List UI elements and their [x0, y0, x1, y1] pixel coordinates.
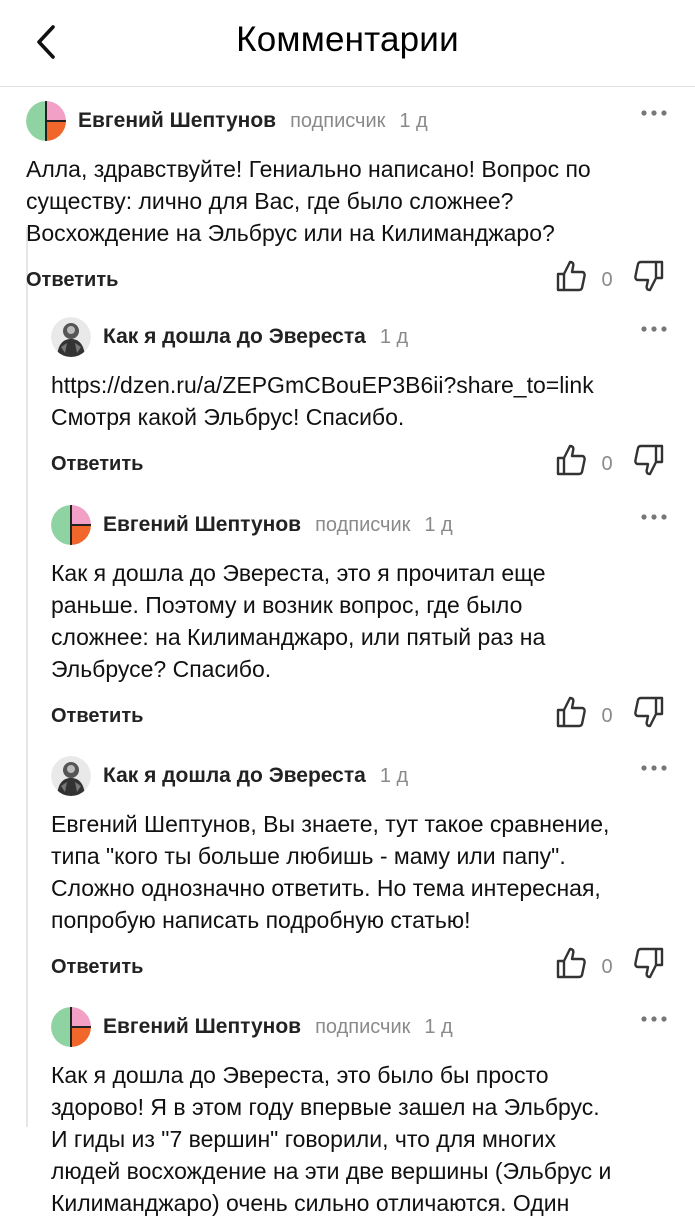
comment-actions: Ответить 0 — [51, 946, 669, 990]
comment-time: 1 д — [424, 1015, 453, 1038]
thumb-down-icon — [634, 696, 664, 728]
comment-item: Евгений Шептунов подписчик 1 д Как я дош… — [51, 503, 669, 739]
comment-time: 1 д — [424, 513, 453, 536]
comment-text: Евгений Шептунов, Вы знаете, тут такое с… — [51, 811, 610, 933]
thumb-up-icon — [556, 696, 586, 728]
more-dots-icon — [641, 765, 667, 771]
avatar-image — [51, 505, 91, 545]
like-button[interactable] — [555, 695, 591, 731]
like-button[interactable] — [555, 259, 591, 295]
comment-time: 1 д — [379, 764, 409, 787]
avatar-image — [51, 756, 91, 796]
comment-item: Как я дошла до Эвереста 1 д https://dzen… — [51, 315, 669, 487]
like-count: 0 — [601, 705, 613, 727]
avatar-image — [51, 1007, 91, 1047]
more-options-button[interactable] — [639, 507, 669, 527]
like-count: 0 — [601, 453, 613, 475]
comment-author[interactable]: Как я дошла до Эвереста — [103, 764, 366, 788]
reply-button[interactable]: Ответить — [51, 453, 143, 476]
thread-line — [26, 227, 28, 1127]
comment-time: 1 д — [399, 109, 428, 132]
more-options-button[interactable] — [639, 103, 669, 123]
more-dots-icon — [641, 110, 667, 116]
dislike-button[interactable] — [633, 443, 669, 479]
avatar-image — [26, 101, 66, 141]
page-title: Комментарии — [236, 20, 459, 59]
thumb-down-icon — [634, 260, 664, 292]
thumb-up-icon — [556, 947, 586, 979]
comment-time: 1 д — [379, 325, 409, 348]
avatar-image — [51, 317, 91, 357]
comment-text: Алла, здравствуйте! Гениально написано! … — [26, 156, 591, 246]
reply-button[interactable]: Ответить — [51, 956, 143, 979]
reply-button[interactable]: Ответить — [26, 269, 118, 292]
more-dots-icon — [641, 514, 667, 520]
more-options-button[interactable] — [639, 758, 669, 778]
more-options-button[interactable] — [639, 1009, 669, 1029]
comment-item: Евгений Шептунов подписчик 1 д Алла, здр… — [26, 99, 669, 303]
comment-text: Как я дошла до Эвереста, это было бы про… — [51, 1062, 612, 1216]
avatar[interactable] — [51, 756, 91, 796]
comment-author[interactable]: Евгений Шептунов — [103, 513, 301, 537]
comment-item: Евгений Шептунов подписчик 1 д Как я дош… — [51, 1005, 669, 1219]
dislike-button[interactable] — [633, 259, 669, 295]
comment-item: Как я дошла до Эвереста 1 д Евгений Шепт… — [51, 754, 669, 990]
avatar[interactable] — [51, 505, 91, 545]
comment-author[interactable]: Евгений Шептунов — [78, 109, 276, 133]
avatar[interactable] — [26, 101, 66, 141]
comment-actions: Ответить 0 — [51, 443, 669, 487]
more-dots-icon — [641, 326, 667, 332]
thumb-down-icon — [634, 444, 664, 476]
thumb-down-icon — [634, 947, 664, 979]
dislike-button[interactable] — [633, 946, 669, 982]
dislike-button[interactable] — [633, 695, 669, 731]
header-bar: Комментарии — [0, 0, 695, 87]
thumb-up-icon — [556, 260, 586, 292]
reply-button[interactable]: Ответить — [51, 705, 143, 728]
subscriber-badge: подписчик — [315, 513, 411, 536]
avatar[interactable] — [51, 1007, 91, 1047]
comment-author[interactable]: Как я дошла до Эвереста — [103, 325, 366, 349]
comment-actions: Ответить 0 — [51, 695, 669, 739]
comment-text: Как я дошла до Эвереста, это я прочитал … — [51, 560, 546, 682]
like-button[interactable] — [555, 946, 591, 982]
like-button[interactable] — [555, 443, 591, 479]
more-dots-icon — [641, 1016, 667, 1022]
like-count: 0 — [601, 956, 613, 978]
avatar[interactable] — [51, 317, 91, 357]
like-count: 0 — [601, 269, 613, 291]
thumb-up-icon — [556, 444, 586, 476]
comment-text: https://dzen.ru/a/ZEPGmCBouEP3B6ii?share… — [51, 372, 594, 430]
comment-author[interactable]: Евгений Шептунов — [103, 1015, 301, 1039]
subscriber-badge: подписчик — [290, 109, 386, 132]
comment-actions: Ответить 0 — [26, 259, 669, 303]
subscriber-badge: подписчик — [315, 1015, 411, 1038]
more-options-button[interactable] — [639, 319, 669, 339]
